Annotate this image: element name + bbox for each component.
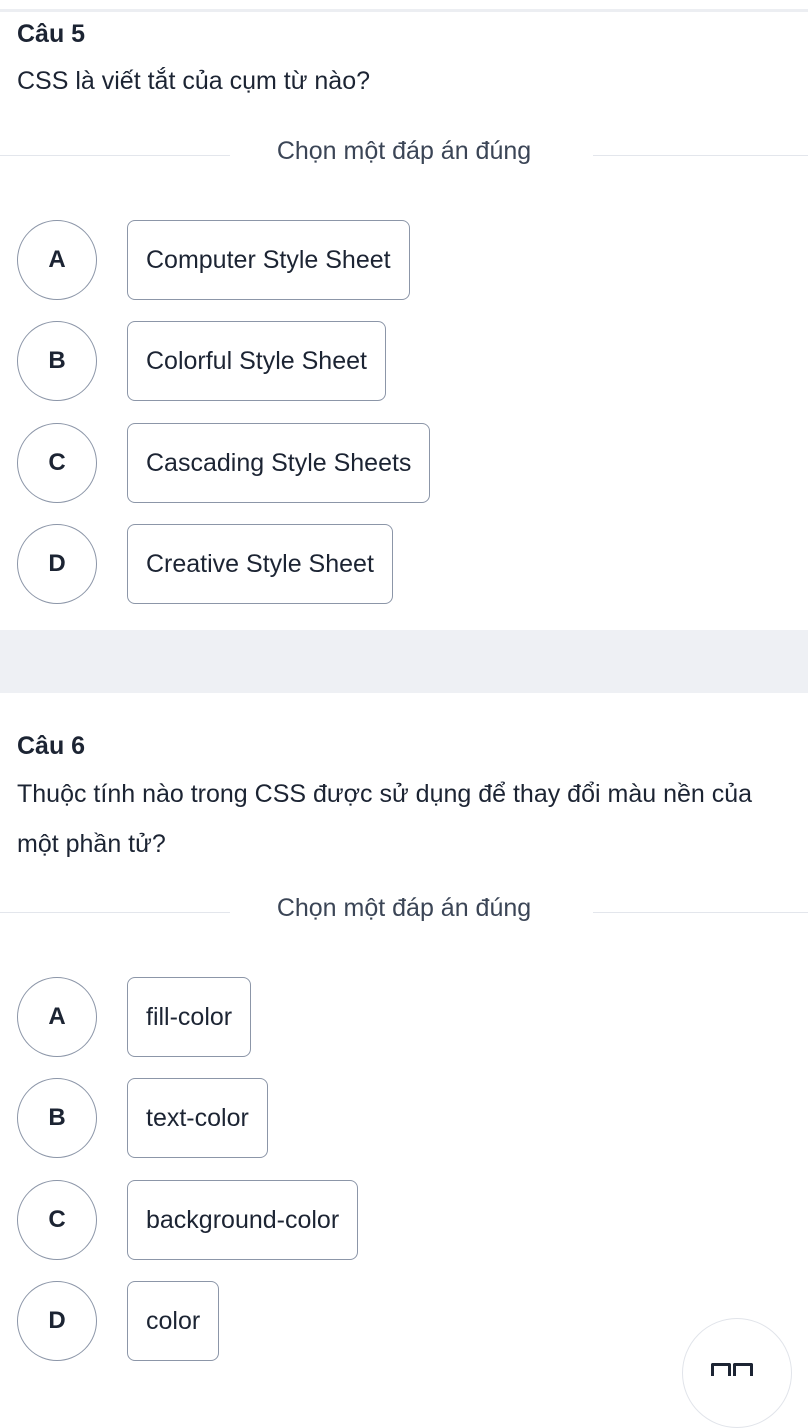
option-label[interactable]: color [127,1281,220,1361]
option-c[interactable]: C background-color [17,1179,359,1261]
option-label[interactable]: background-color [127,1180,359,1260]
option-label[interactable]: text-color [127,1078,268,1158]
instruction-label: Chọn một đáp án đúng [276,137,532,165]
option-letter[interactable]: D [17,524,97,604]
option-a[interactable]: A fill-color [17,976,252,1058]
floating-menu-button[interactable] [682,1318,792,1428]
divider-line-right [593,155,808,156]
instruction-label: Chọn một đáp án đúng [276,894,532,922]
option-b[interactable]: B Colorful Style Sheet [17,320,386,402]
instruction-divider: Chọn một đáp án đúng [0,894,808,922]
divider-line-right [593,912,808,913]
option-label[interactable]: Creative Style Sheet [127,524,393,604]
option-label[interactable]: Colorful Style Sheet [127,321,386,401]
top-divider [0,9,808,12]
option-label[interactable]: Computer Style Sheet [127,220,410,300]
option-letter[interactable]: D [17,1281,97,1361]
option-letter[interactable]: A [17,977,97,1057]
question-text: Thuộc tính nào trong CSS được sử dụng để… [17,780,753,858]
question-title: Câu 5 [17,20,86,48]
question-text: CSS là viết tắt của cụm từ nào? [17,67,371,95]
option-a[interactable]: A Computer Style Sheet [17,219,410,301]
option-d[interactable]: D color [17,1280,220,1362]
question-title: Câu 6 [17,732,86,760]
question-separator [0,630,808,693]
option-letter[interactable]: A [17,220,97,300]
option-label[interactable]: Cascading Style Sheets [127,423,431,503]
option-label[interactable]: fill-color [127,977,252,1057]
option-c[interactable]: C Cascading Style Sheets [17,422,431,504]
option-b[interactable]: B text-color [17,1077,268,1159]
option-letter[interactable]: C [17,1180,97,1260]
option-letter[interactable]: B [17,321,97,401]
instruction-divider: Chọn một đáp án đúng [0,137,808,165]
option-d[interactable]: D Creative Style Sheet [17,523,393,605]
option-letter[interactable]: C [17,423,97,503]
option-letter[interactable]: B [17,1078,97,1158]
